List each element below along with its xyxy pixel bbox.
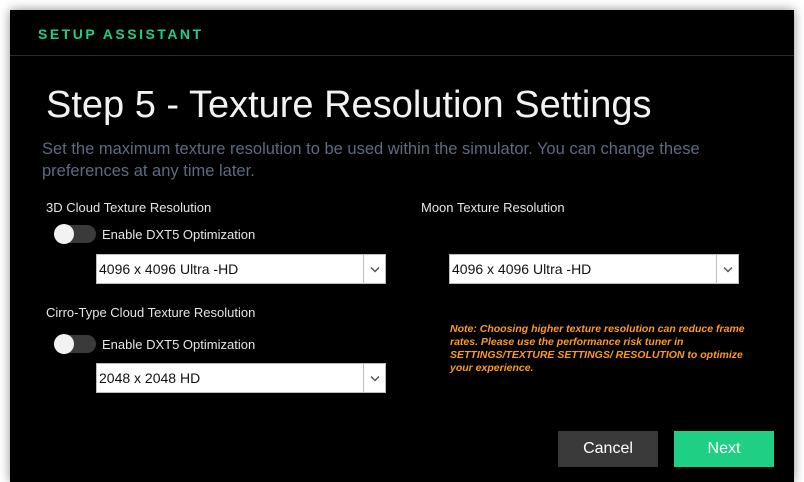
moon-resolution-select[interactable]: 4096 x 4096 Ultra -HD (449, 254, 739, 284)
cloud3d-label: 3D Cloud Texture Resolution (46, 200, 212, 215)
next-button[interactable]: Next (674, 431, 774, 467)
chevron-down-icon (363, 255, 385, 283)
setup-assistant-window: SETUP ASSISTANT Step 5 - Texture Resolut… (10, 10, 794, 482)
moon-label: Moon Texture Resolution (421, 200, 565, 215)
cancel-button[interactable]: Cancel (558, 431, 658, 467)
cloud3d-resolution-select[interactable]: 4096 x 4096 Ultra -HD (96, 254, 386, 284)
cloud3d-dxt5-toggle[interactable] (54, 224, 96, 244)
cloud3d-dxt5-label: Enable DXT5 Optimization (102, 227, 256, 242)
toggle-knob (54, 334, 74, 354)
cirro-dxt5-toggle[interactable] (54, 334, 96, 354)
page-title: Step 5 - Texture Resolution Settings (46, 84, 652, 126)
toggle-knob (54, 224, 74, 244)
chevron-down-icon (363, 364, 385, 392)
chevron-down-icon (716, 255, 738, 283)
cirro-dxt5-label: Enable DXT5 Optimization (102, 337, 256, 352)
performance-note: Note: Choosing higher texture resolution… (450, 323, 745, 374)
moon-selected-value: 4096 x 4096 Ultra -HD (452, 261, 592, 277)
page-subtitle: Set the maximum texture resolution to be… (42, 140, 700, 180)
cirro-resolution-select[interactable]: 2048 x 2048 HD (96, 363, 386, 393)
cirro-selected-value: 2048 x 2048 HD (99, 370, 201, 386)
cloud3d-selected-value: 4096 x 4096 Ultra -HD (99, 261, 239, 277)
cirro-label: Cirro-Type Cloud Texture Resolution (46, 305, 256, 320)
window-title: SETUP ASSISTANT (38, 26, 204, 42)
title-bar: SETUP ASSISTANT (10, 10, 794, 56)
